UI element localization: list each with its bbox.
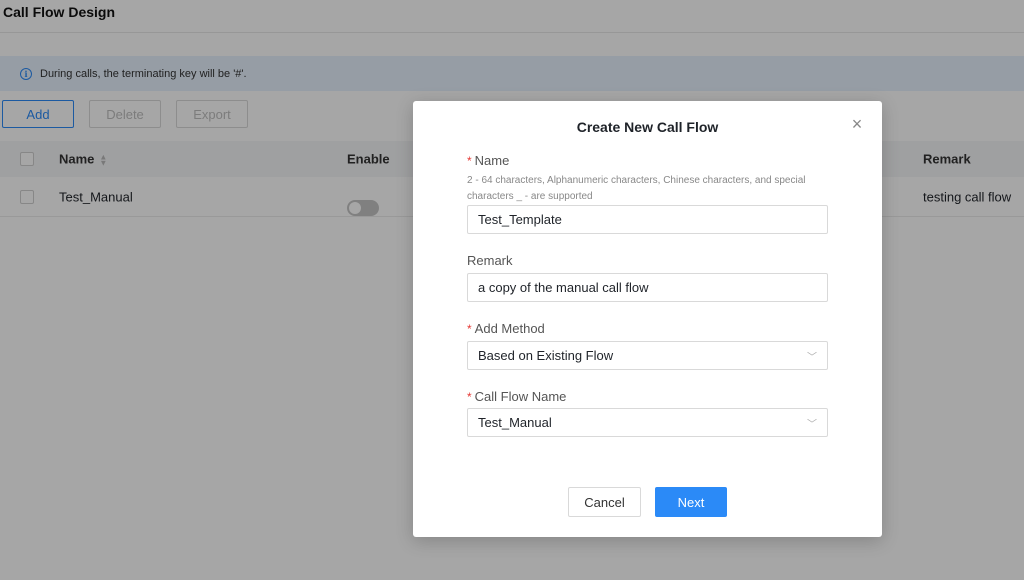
next-button[interactable]: Next	[655, 487, 727, 517]
add-method-label: * Add Method	[467, 321, 545, 336]
chevron-down-icon: ﹀	[807, 419, 817, 430]
add-method-select[interactable]: Based on Existing Flow ﹀	[467, 341, 828, 370]
call-flow-name-value: Test_Manual	[478, 415, 552, 430]
required-mark: *	[467, 154, 472, 168]
create-call-flow-dialog: Create New Call Flow × * Name 2 - 64 char…	[413, 101, 882, 537]
call-flow-name-label: * Call Flow Name	[467, 389, 567, 404]
close-icon[interactable]: ×	[850, 115, 864, 133]
name-input[interactable]: Test_Template	[467, 205, 828, 234]
name-help-text: 2 - 64 characters, Alphanumeric characte…	[467, 175, 806, 202]
call-flow-name-select[interactable]: Test_Manual ﹀	[467, 408, 828, 437]
remark-input[interactable]: a copy of the manual call flow	[467, 273, 828, 302]
remark-label: Remark	[467, 253, 513, 268]
dialog-title: Create New Call Flow	[576, 119, 719, 135]
required-mark: *	[467, 322, 472, 336]
required-mark: *	[467, 390, 472, 404]
add-method-value: Based on Existing Flow	[478, 348, 614, 363]
chevron-down-icon: ﹀	[807, 352, 817, 363]
cancel-button[interactable]: Cancel	[568, 487, 641, 517]
name-label: * Name	[467, 153, 510, 168]
